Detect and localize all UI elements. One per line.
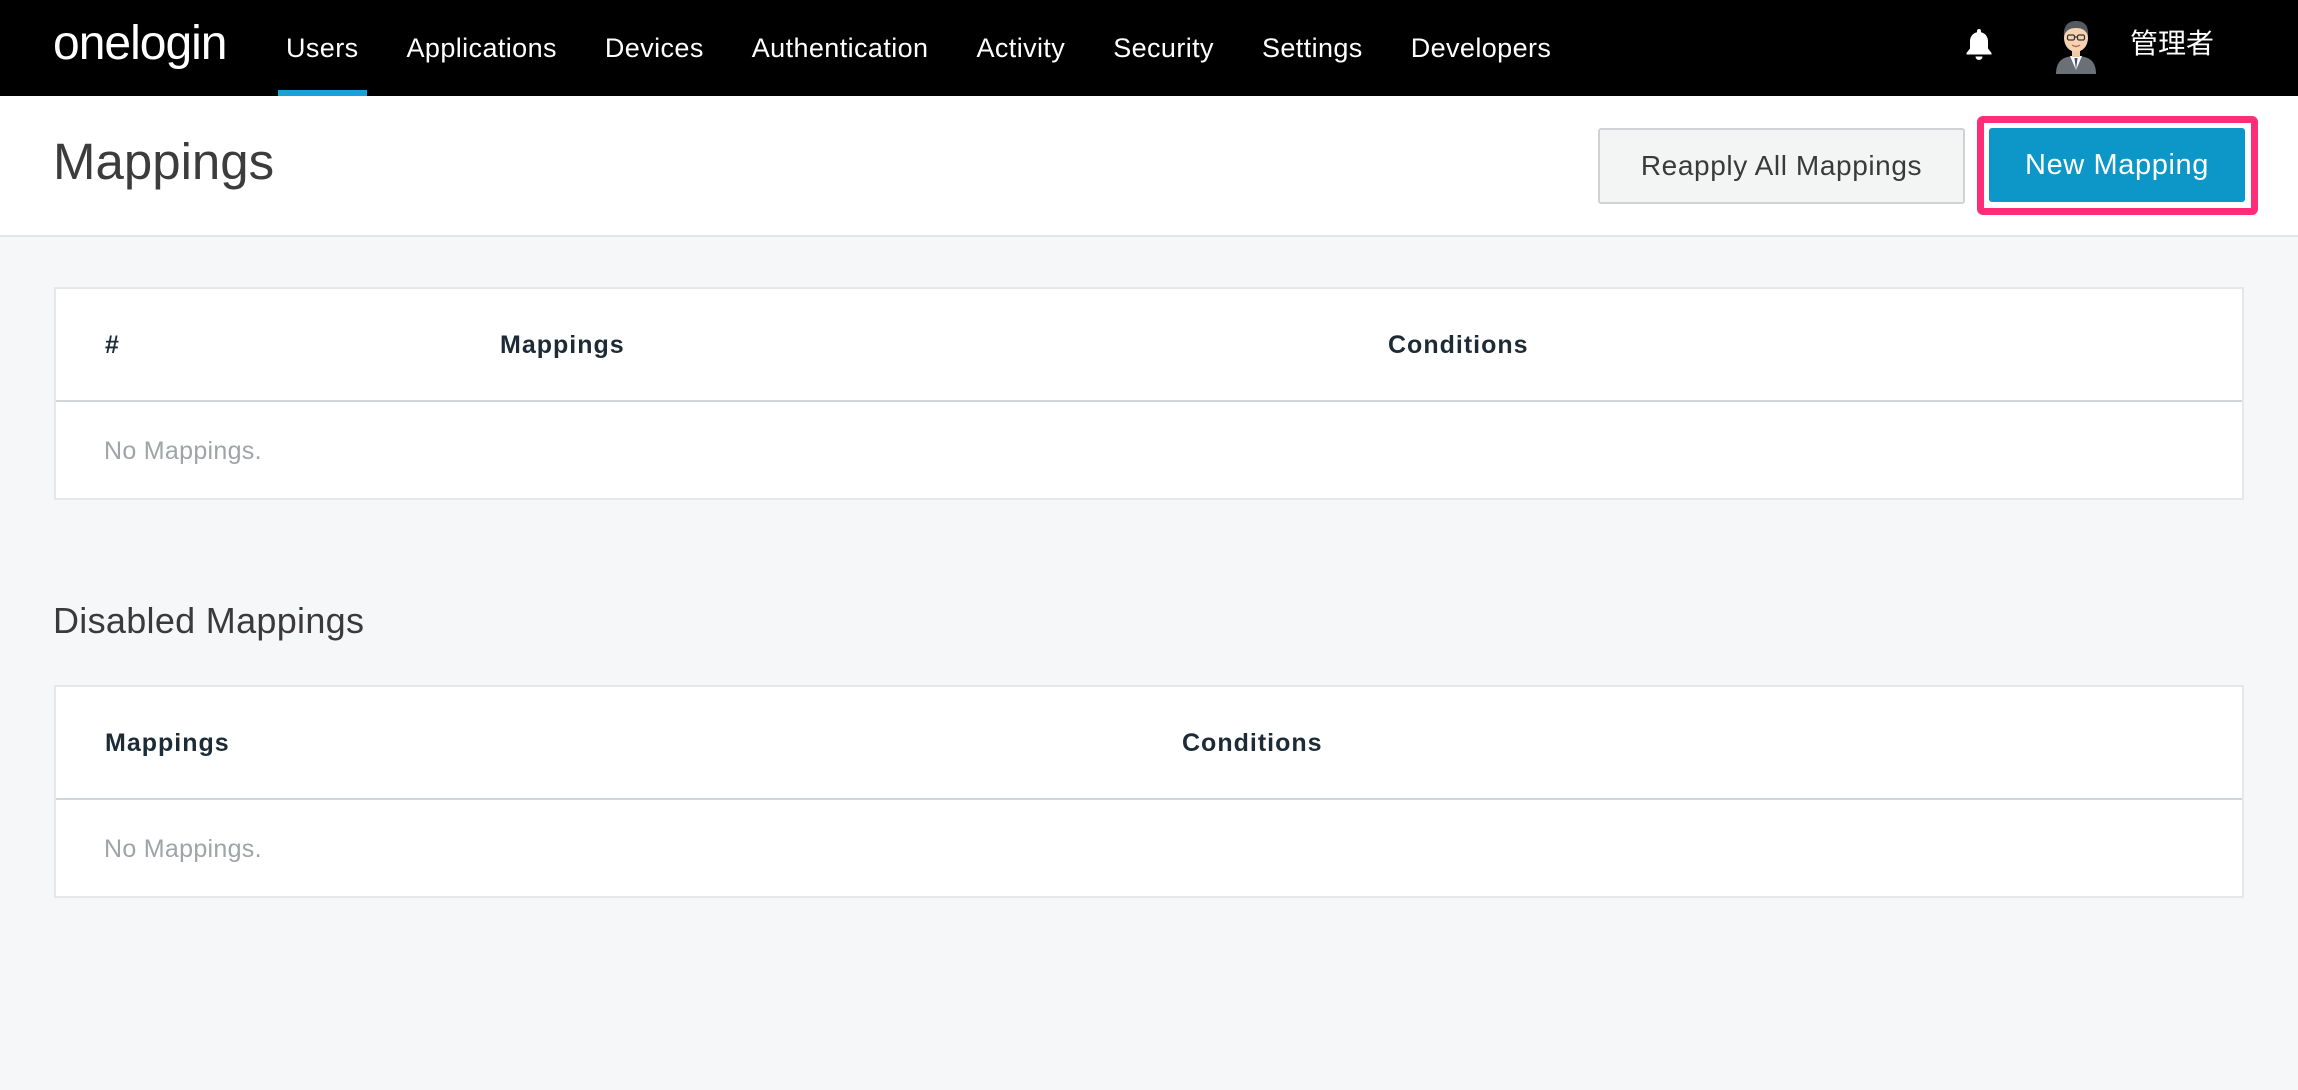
column-header-conditions: Conditions bbox=[1182, 729, 1323, 757]
section-title-disabled-mappings: Disabled Mappings bbox=[53, 600, 365, 641]
column-header-mappings: Mappings bbox=[105, 729, 230, 757]
reapply-all-mappings-button[interactable]: Reapply All Mappings bbox=[1598, 128, 1965, 204]
table-body: No Mappings. bbox=[56, 800, 2242, 896]
nav-item-applications[interactable]: Applications bbox=[384, 0, 580, 96]
empty-state-text: No Mappings. bbox=[104, 835, 262, 863]
table-header: Mappings Conditions bbox=[56, 687, 2242, 800]
top-navbar: onelogin Users Applications Devices Auth… bbox=[0, 0, 2298, 96]
nav-item-security[interactable]: Security bbox=[1090, 0, 1237, 96]
page-header: Mappings Reapply All Mappings bbox=[0, 96, 2298, 237]
nav-item-developers[interactable]: Developers bbox=[1388, 0, 1575, 96]
column-header-mappings: Mappings bbox=[500, 331, 625, 359]
table-header: # Mappings Conditions bbox=[56, 289, 2242, 402]
nav-item-settings[interactable]: Settings bbox=[1239, 0, 1386, 96]
column-header-conditions: Conditions bbox=[1388, 331, 1529, 359]
table-body: No Mappings. bbox=[56, 402, 2242, 498]
nav-item-devices[interactable]: Devices bbox=[582, 0, 727, 96]
nav-item-authentication[interactable]: Authentication bbox=[729, 0, 952, 96]
avatar[interactable] bbox=[2048, 14, 2104, 74]
nav-item-users[interactable]: Users bbox=[263, 0, 382, 96]
onelogin-logo[interactable]: onelogin bbox=[53, 14, 227, 74]
user-name[interactable]: 管理者 bbox=[2130, 24, 2214, 64]
mappings-table: # Mappings Conditions No Mappings. bbox=[54, 287, 2244, 500]
bell-icon[interactable] bbox=[1963, 26, 1995, 62]
main-nav: Users Applications Devices Authenticatio… bbox=[263, 0, 1576, 96]
page-title: Mappings bbox=[53, 133, 275, 190]
column-header-number: # bbox=[105, 331, 120, 359]
disabled-mappings-table: Mappings Conditions No Mappings. bbox=[54, 685, 2244, 898]
nav-item-activity[interactable]: Activity bbox=[953, 0, 1088, 96]
empty-state-text: No Mappings. bbox=[104, 437, 262, 465]
new-mapping-button[interactable]: New Mapping bbox=[1989, 128, 2245, 202]
